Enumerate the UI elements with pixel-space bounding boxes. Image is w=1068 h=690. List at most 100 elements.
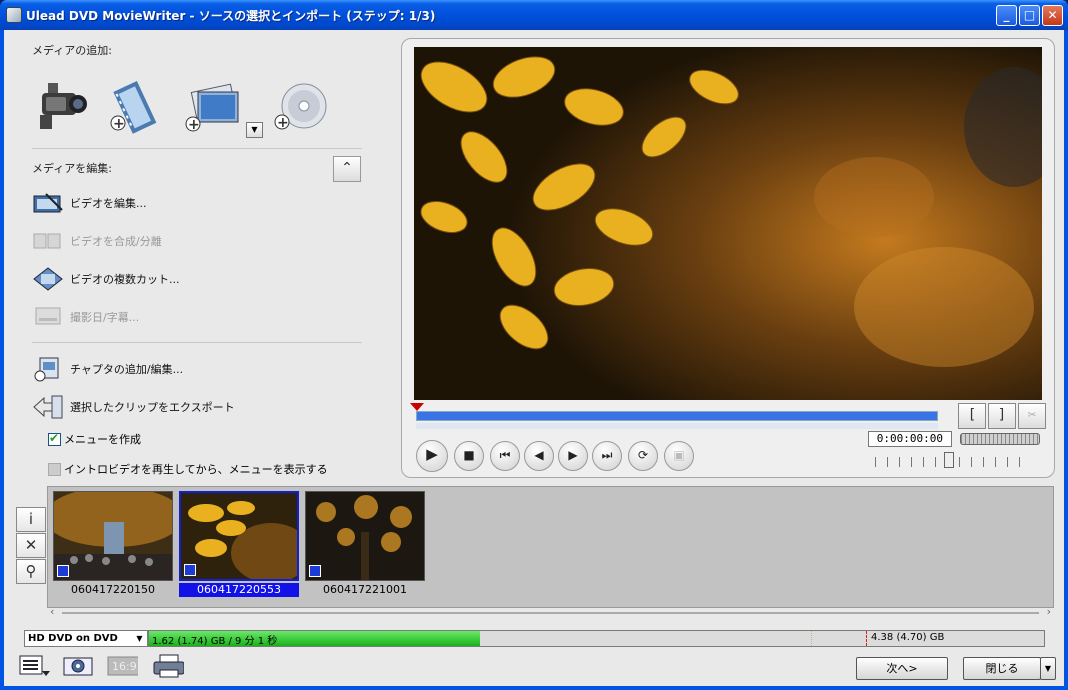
clip-item[interactable]: 060417220553: [179, 491, 299, 599]
close-button[interactable]: 閉じる: [963, 657, 1041, 680]
search-icon: ⚲: [25, 562, 37, 580]
window-title: Ulead DVD MovieWriter - ソースの選択とインポート (ステ…: [26, 9, 436, 23]
task-export-clip[interactable]: 選択したクリップをエクスポート: [32, 394, 235, 420]
divider: [32, 342, 362, 343]
video-badge-icon: [184, 564, 196, 576]
task-label: ビデオの複数カット...: [70, 273, 180, 286]
add-images-dropdown[interactable]: ▼: [246, 122, 263, 138]
snapshot-button[interactable]: ▣: [664, 441, 694, 471]
capture-video-button[interactable]: [34, 75, 98, 139]
add-media-label: メディアの追加:: [32, 44, 112, 57]
double-chevron-up-icon: ⌃: [341, 160, 353, 176]
clip-thumbnail: [53, 491, 173, 581]
svg-text:+: +: [188, 117, 200, 133]
main-area: メディアの追加: + + ▼ + メディアを編集: ⌃ ビデオを編集... ビデ…: [4, 30, 1064, 686]
checkbox[interactable]: [48, 431, 61, 446]
clip-name: 060417220553: [179, 583, 299, 597]
stop-button[interactable]: ■: [454, 441, 484, 471]
scroll-right-icon[interactable]: ›: [1047, 605, 1051, 618]
task-label: チャプタの追加/編集...: [70, 363, 184, 376]
svg-text:+: +: [113, 116, 125, 132]
add-video-button[interactable]: +: [104, 77, 168, 141]
close-window-button[interactable]: ✕: [1042, 5, 1063, 26]
checkbox[interactable]: [48, 462, 61, 476]
task-label: ビデオを編集...: [70, 197, 147, 210]
timecode-field[interactable]: 0:00:00:00: [868, 431, 952, 447]
snapshot-icon: ▣: [673, 448, 685, 462]
task-multi-cut[interactable]: ビデオの複数カット...: [32, 266, 180, 292]
task-add-chapter[interactable]: チャプタの追加/編集...: [32, 356, 183, 382]
disc-icon: +: [274, 83, 327, 131]
task-merge-split-video: ビデオを合成/分離: [32, 228, 162, 254]
chevron-down-icon: ▼: [1044, 664, 1052, 673]
add-images-button[interactable]: +: [182, 78, 246, 142]
repeat-icon: ⟳: [637, 448, 649, 462]
task-label: 撮影日/字幕...: [70, 311, 140, 324]
scroll-left-icon[interactable]: ‹: [50, 605, 54, 618]
capacity-limit-line: [866, 631, 867, 646]
speed-slider-thumb[interactable]: [944, 452, 954, 468]
project-settings-icon[interactable]: [18, 653, 50, 679]
minimize-button[interactable]: _: [996, 5, 1017, 26]
app-icon[interactable]: [6, 7, 22, 23]
import-disc-button[interactable]: +: [270, 76, 334, 140]
clip-info-button[interactable]: i: [16, 507, 46, 532]
cut-button[interactable]: ✂: [1018, 403, 1046, 429]
clip-item[interactable]: 060417220150: [53, 491, 173, 599]
info-icon: i: [28, 510, 34, 528]
bottom-toolbar: 16:9 次へ> 閉じる ▼: [4, 647, 1064, 686]
task-label: 選択したクリップをエクスポート: [70, 401, 235, 414]
media-clip-strip: 060417220150 060417220553 060417221001: [47, 486, 1054, 608]
clip-name: 060417220150: [71, 583, 155, 596]
mark-in-button[interactable]: [: [958, 403, 986, 429]
intro-video-label: イントロビデオを再生してから、メニューを表示する: [64, 463, 328, 476]
collapse-button[interactable]: ⌃: [333, 156, 361, 182]
divider: [32, 148, 362, 149]
scrubber-handle[interactable]: [410, 403, 424, 411]
preview-timeline[interactable]: [416, 411, 938, 421]
create-menu-label: メニューを作成: [64, 433, 141, 446]
play-button[interactable]: ▶: [416, 440, 448, 472]
step-forward-icon: ▶: [568, 448, 578, 462]
step-back-icon: ◀: [534, 448, 544, 462]
home-button[interactable]: ⏮: [490, 441, 520, 471]
create-menu-checkbox[interactable]: メニューを作成: [48, 431, 141, 447]
app-window: Ulead DVD MovieWriter - ソースの選択とインポート (ステ…: [0, 0, 1068, 690]
trim-track[interactable]: [416, 423, 938, 429]
stop-icon: ■: [463, 448, 475, 462]
photo-stack-icon: +: [185, 83, 239, 133]
scissors-icon: ✂: [1027, 407, 1037, 423]
task-edit-video[interactable]: ビデオを編集...: [32, 190, 147, 216]
repeat-button[interactable]: ⟳: [628, 441, 658, 471]
merge-video-icon: [33, 233, 61, 249]
edit-media-label: メディアを編集:: [32, 162, 112, 175]
next-button[interactable]: 次へ>: [856, 657, 948, 680]
svg-text:+: +: [277, 115, 289, 131]
jog-wheel[interactable]: [960, 433, 1040, 445]
chapter-icon: [34, 357, 59, 382]
play-icon: ▶: [426, 445, 438, 463]
end-button[interactable]: ⏭: [592, 441, 622, 471]
title-bar[interactable]: Ulead DVD MovieWriter - ソースの選択とインポート (ステ…: [0, 0, 1068, 30]
clip-thumbnail: [179, 491, 299, 581]
zoom-clip-button[interactable]: ⚲: [16, 559, 46, 584]
scroll-track[interactable]: [62, 612, 1039, 614]
chevron-down-icon: ▼: [136, 634, 143, 643]
maximize-button[interactable]: □: [1019, 5, 1040, 26]
clip-strip-scrollbar[interactable]: ‹ ›: [48, 605, 1053, 619]
multi-cut-icon: [33, 267, 63, 291]
mark-out-button[interactable]: ]: [988, 403, 1016, 429]
intro-video-checkbox[interactable]: イントロビデオを再生してから、メニューを表示する: [48, 461, 328, 477]
next-frame-button[interactable]: ▶: [558, 441, 588, 471]
delete-clip-button[interactable]: ✕: [16, 533, 46, 558]
disc-type-select[interactable]: HD DVD on DVD 4.7G ▼: [24, 630, 148, 659]
close-dropdown-button[interactable]: ▼: [1040, 657, 1056, 680]
disc-capacity-bar: 1.62 (1.74) GB / 9 分 1 秒 4.38 (4.70) GB: [148, 630, 1045, 647]
video-preview[interactable]: [414, 47, 1042, 400]
gear-icon[interactable]: [62, 653, 94, 679]
export-arrow-icon: [33, 395, 63, 419]
printer-icon[interactable]: [152, 653, 184, 679]
clip-thumbnail: [305, 491, 425, 581]
previous-frame-button[interactable]: ◀: [524, 441, 554, 471]
clip-item[interactable]: 060417221001: [305, 491, 425, 599]
